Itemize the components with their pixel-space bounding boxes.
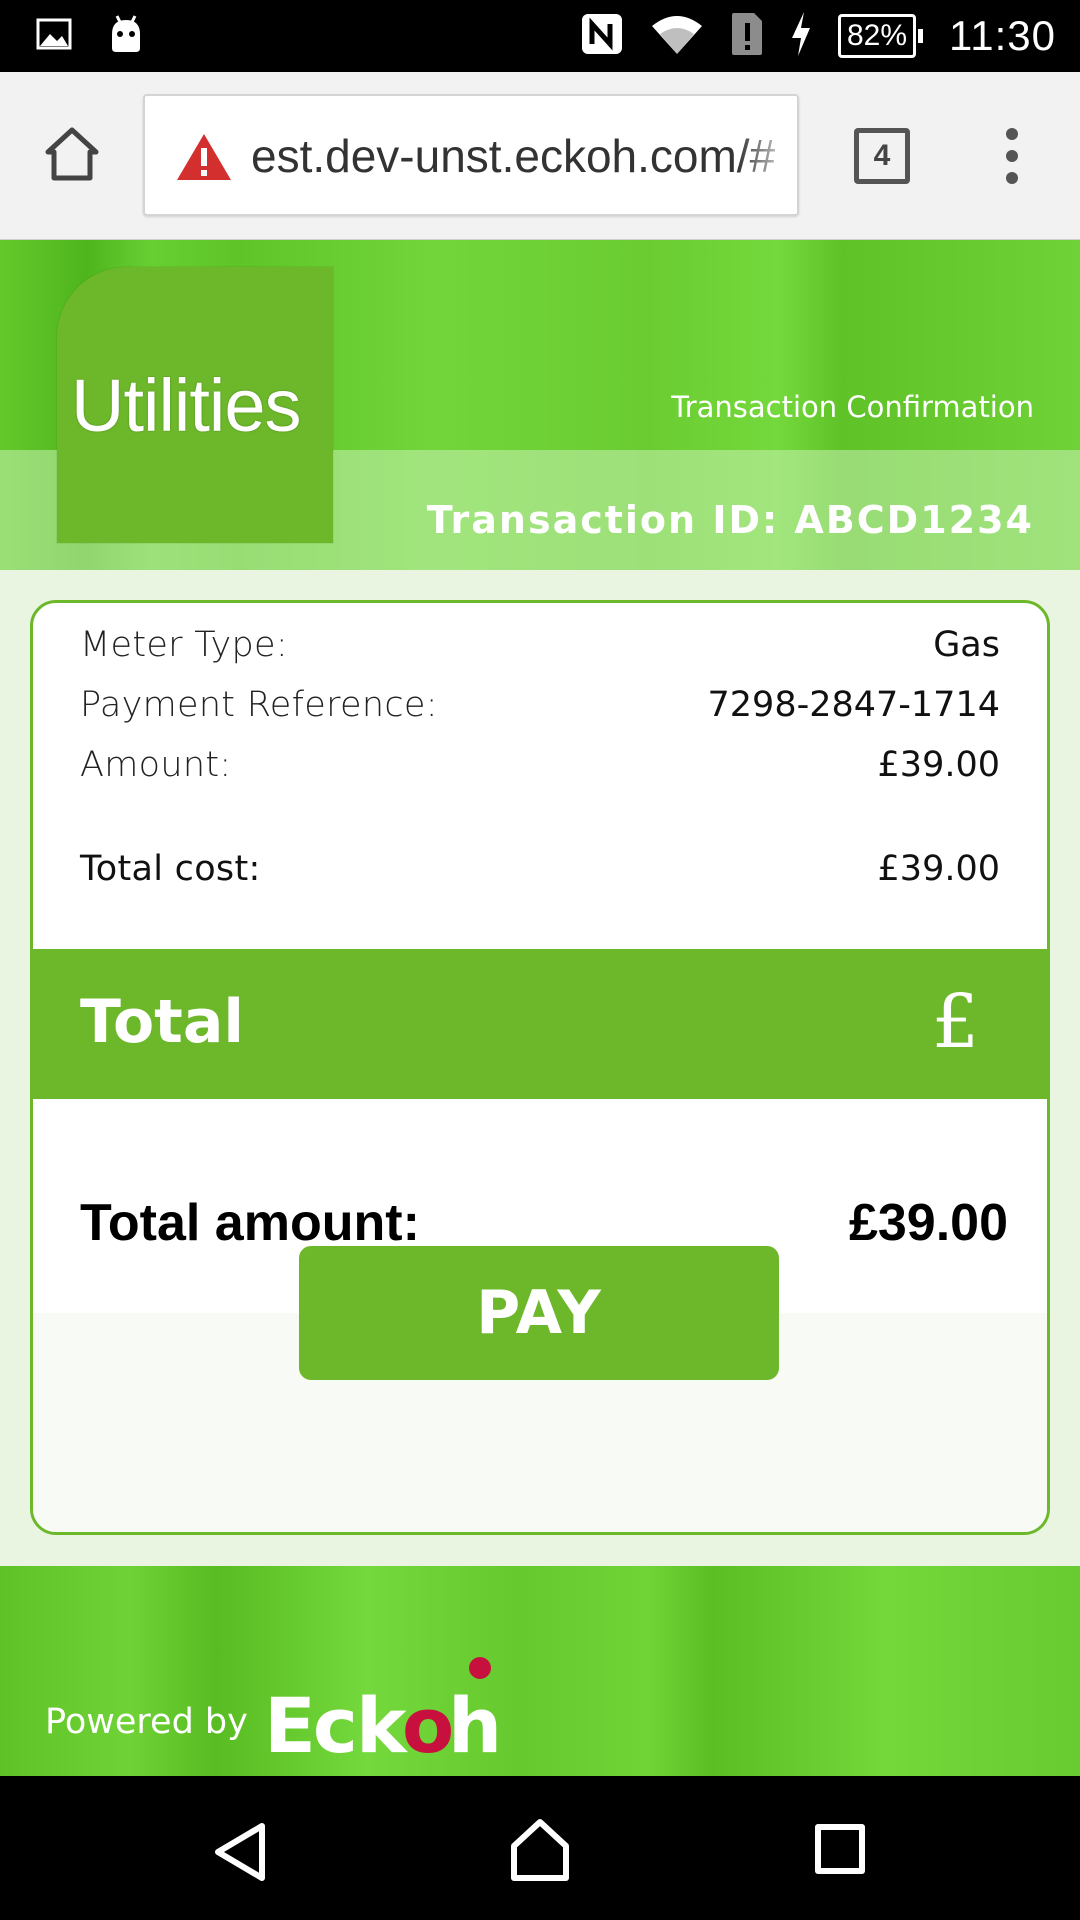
url-fade bbox=[737, 96, 797, 214]
gallery-icon bbox=[36, 16, 72, 56]
menu-dot bbox=[1006, 150, 1018, 162]
pay-button[interactable]: PAY bbox=[299, 1246, 779, 1380]
menu-dot bbox=[1006, 128, 1018, 140]
android-icon bbox=[108, 14, 144, 58]
nfc-icon bbox=[580, 12, 624, 60]
page-footer: Powered by Ec k o h bbox=[0, 1566, 1080, 1776]
pound-icon: £ bbox=[931, 979, 979, 1065]
transaction-id: Transaction ID: ABCD1234 bbox=[426, 498, 1034, 542]
amount-row: Amount: £39.00 bbox=[80, 745, 1000, 785]
payment-reference-row: Payment Reference: 7298-2847-1714 bbox=[80, 685, 1000, 725]
home-nav-icon[interactable] bbox=[508, 1816, 572, 1884]
home-icon[interactable] bbox=[40, 122, 104, 186]
wifi-icon bbox=[650, 12, 704, 60]
tab-switcher-icon[interactable]: 4 bbox=[854, 128, 910, 184]
menu-dot bbox=[1006, 172, 1018, 184]
back-icon[interactable] bbox=[210, 1820, 274, 1884]
svg-text:Ec: Ec bbox=[264, 1681, 355, 1762]
recent-apps-icon[interactable] bbox=[815, 1824, 865, 1874]
transaction-card: Meter Type: Gas Payment Reference: 7298-… bbox=[30, 600, 1050, 1535]
page-subtitle: Transaction Confirmation bbox=[671, 390, 1034, 424]
status-bar: 82% 11:30 bbox=[0, 0, 1080, 72]
utilities-logo: Utilities bbox=[57, 267, 333, 543]
powered-by-text: Powered by bbox=[45, 1702, 248, 1742]
eckoh-logo: Ec k o h bbox=[264, 1652, 504, 1770]
total-cost-value: £39.00 bbox=[877, 849, 1000, 889]
overflow-menu-icon[interactable] bbox=[992, 124, 1032, 188]
url-text[interactable]: est.dev-unst.eckoh.com/# bbox=[251, 126, 781, 186]
android-nav-bar bbox=[0, 1776, 1080, 1920]
url-bar[interactable]: est.dev-unst.eckoh.com/# bbox=[143, 94, 799, 216]
meter-type-value: Gas bbox=[933, 625, 1000, 665]
battery-percent: 82% bbox=[837, 14, 916, 58]
charging-icon bbox=[790, 12, 812, 60]
svg-text:k: k bbox=[356, 1681, 408, 1762]
status-bar-notifications bbox=[36, 14, 144, 58]
browser-toolbar: est.dev-unst.eckoh.com/# 4 bbox=[0, 72, 1080, 240]
meter-type-label: Meter Type: bbox=[80, 625, 288, 665]
total-amount-row: Total amount: £39.00 bbox=[80, 1193, 1008, 1253]
total-cost-row: Total cost: £39.00 bbox=[80, 849, 1000, 889]
status-clock: 11:30 bbox=[949, 12, 1056, 59]
battery-indicator: 82% bbox=[837, 14, 923, 58]
page-header: Utilities Transaction Confirmation Trans… bbox=[0, 240, 1080, 570]
status-bar-system: 82% 11:30 bbox=[580, 8, 1056, 64]
amount-label: Amount: bbox=[80, 745, 232, 785]
meter-type-row: Meter Type: Gas bbox=[80, 625, 1000, 665]
utilities-logo-text: Utilities bbox=[71, 364, 301, 447]
payment-reference-label: Payment Reference: bbox=[80, 685, 438, 725]
svg-text:o: o bbox=[402, 1681, 454, 1762]
warning-icon[interactable] bbox=[175, 132, 233, 182]
battery-nub bbox=[918, 29, 923, 43]
total-cost-label: Total cost: bbox=[80, 849, 261, 889]
amount-value: £39.00 bbox=[877, 745, 1000, 785]
payment-reference-value: 7298-2847-1714 bbox=[707, 685, 1000, 725]
total-heading: Total bbox=[80, 987, 244, 1057]
total-amount-value: £39.00 bbox=[848, 1194, 1008, 1252]
total-section-header: Total £ bbox=[33, 949, 1047, 1099]
svg-text:h: h bbox=[448, 1681, 502, 1762]
sim-alert-icon bbox=[730, 11, 764, 61]
total-amount-label: Total amount: bbox=[80, 1194, 420, 1252]
